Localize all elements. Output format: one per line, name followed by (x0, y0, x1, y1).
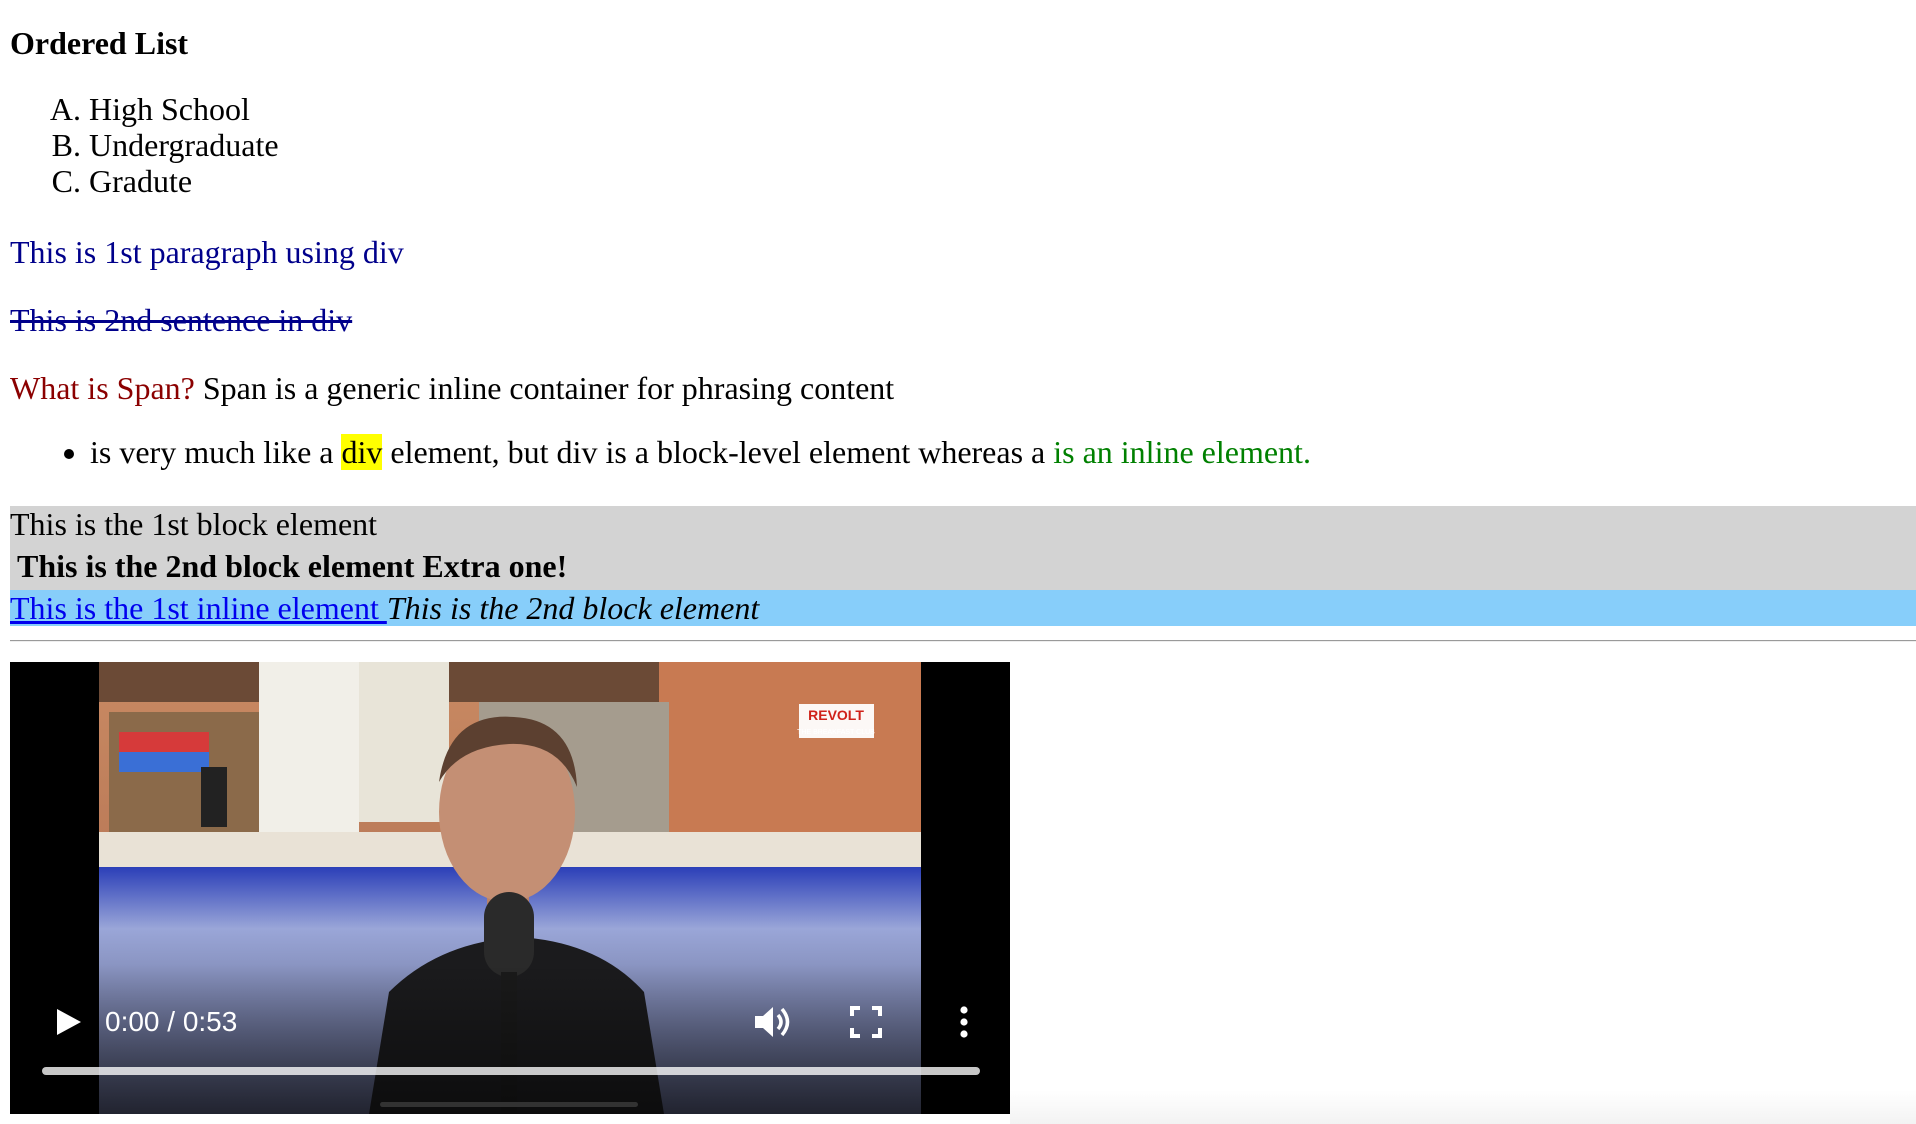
breakfast-club-sign-text: THE BREAKFAST CLUB (797, 729, 875, 736)
inline-italic-text: This is the 2nd block element (386, 590, 760, 626)
span-bullet-list: is very much like a div element, but div… (10, 432, 1311, 472)
block-element-2-text: This is the 2nd block element Extra one! (17, 548, 568, 584)
highlighted-div-word: div (341, 434, 383, 470)
span-question: What is Span? (10, 370, 195, 406)
horizontal-rule (10, 640, 1916, 642)
ordered-list-heading: Ordered List (10, 25, 189, 61)
div-paragraph-1: This is 1st paragraph using div (10, 234, 404, 270)
video-player[interactable]: REVOLT THE BREAKFAST CLUB 0:00 / 0:53 (10, 662, 1010, 1114)
play-icon[interactable] (48, 1002, 88, 1042)
bullet-text-part1: is very much like a (90, 434, 342, 470)
volume-icon[interactable] (751, 1002, 795, 1042)
more-options-icon[interactable] (954, 1002, 974, 1042)
block-element-2: This is the 2nd block element Extra one! (10, 542, 1916, 590)
video-progress-bar[interactable] (42, 1067, 980, 1075)
page-bottom-fade (1010, 1090, 1916, 1124)
video-time-display: 0:00 / 0:53 (105, 1006, 238, 1037)
bullet-green-text: is an inline element. (1053, 434, 1311, 470)
revolt-sign-text: REVOLT (808, 707, 864, 723)
div-paragraph-2-strikethrough: This is 2nd sentence in div (10, 302, 353, 338)
fullscreen-icon[interactable] (848, 1004, 884, 1040)
span-description-paragraph: What is Span? Span is a generic inline c… (10, 368, 894, 408)
span-answer: Span is a generic inline container for p… (194, 370, 895, 406)
education-ordered-list: High School Undergraduate Gradute (10, 91, 279, 199)
list-item: High School (89, 91, 279, 127)
video-bottom-indicator (380, 1102, 638, 1107)
list-item: is very much like a div element, but div… (90, 432, 1311, 472)
bullet-text-part2: element, but div is a block-level elemen… (382, 434, 1054, 470)
inline-elements-row: This is the 1st inline element This is t… (10, 590, 1916, 626)
list-item: Undergraduate (89, 127, 279, 163)
list-item: Gradute (89, 163, 279, 199)
inline-element-link[interactable]: This is the 1st inline element (10, 590, 387, 626)
